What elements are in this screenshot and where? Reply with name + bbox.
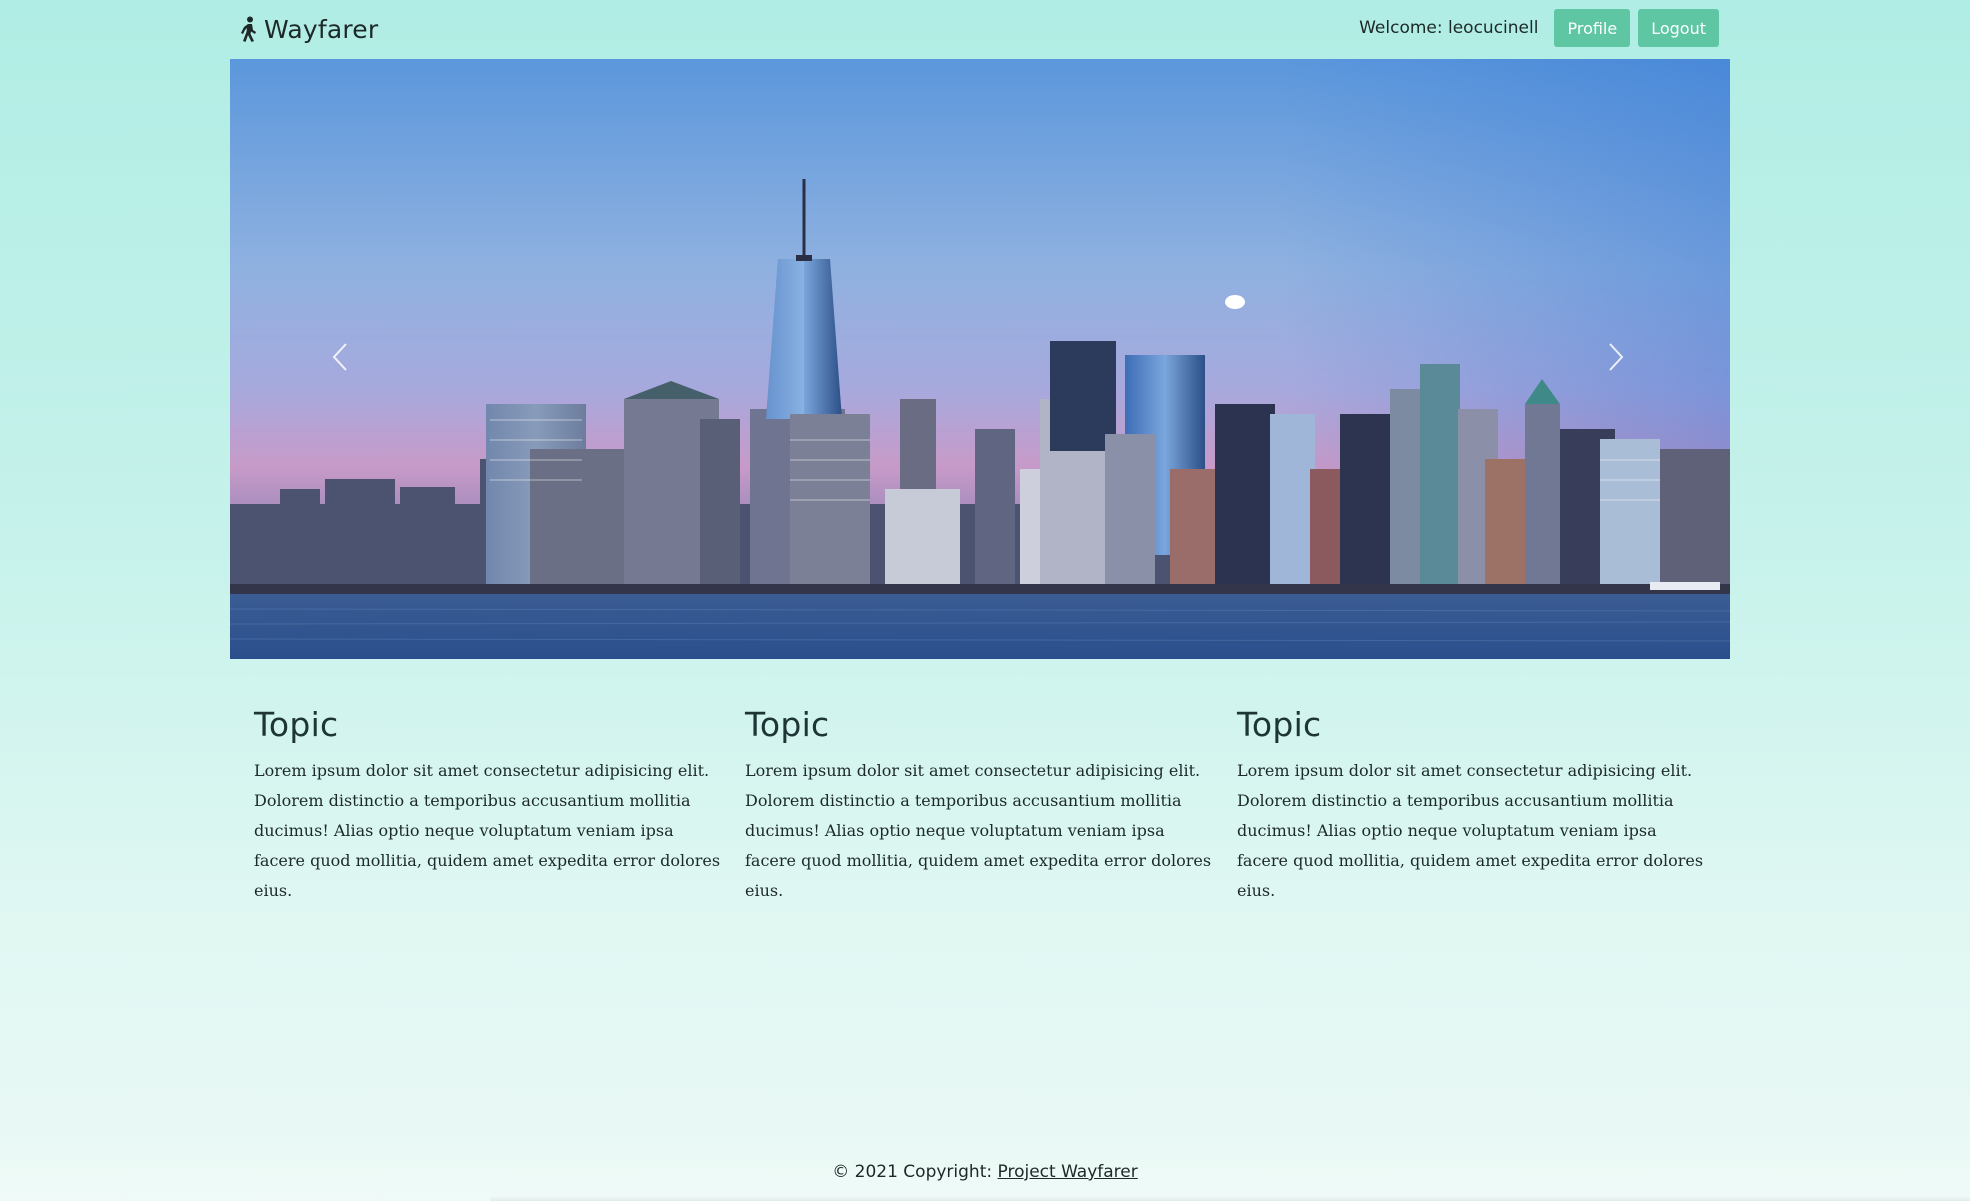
hero-carousel[interactable] xyxy=(230,59,1730,659)
city-skyline-image xyxy=(230,59,1730,659)
person-walking-icon xyxy=(240,16,258,42)
topic-card: Topic Lorem ipsum dolor sit amet consect… xyxy=(745,705,1215,906)
chevron-right-icon xyxy=(1606,341,1626,377)
footer-divider xyxy=(490,1196,1970,1201)
project-link[interactable]: Project Wayfarer xyxy=(998,1162,1138,1182)
carousel-prev-button[interactable] xyxy=(310,329,370,389)
navbar: Wayfarer Welcome: leocucinell Profile Lo… xyxy=(0,0,1970,58)
topic-title: Topic xyxy=(745,705,830,744)
topic-body: Lorem ipsum dolor sit amet consectetur a… xyxy=(1237,761,1704,900)
chevron-left-icon xyxy=(330,341,350,377)
topic-card: Topic Lorem ipsum dolor sit amet consect… xyxy=(254,705,724,906)
footer: © 2021 Copyright: Project Wayfarer xyxy=(0,1140,1970,1201)
topic-title: Topic xyxy=(1237,705,1322,744)
brand-link[interactable]: Wayfarer xyxy=(240,12,378,46)
welcome-text: Welcome: leocucinell xyxy=(1359,18,1539,38)
topic-body: Lorem ipsum dolor sit amet consectetur a… xyxy=(254,761,721,900)
topic-title: Topic xyxy=(254,705,339,744)
nav-actions: Welcome: leocucinell Profile Logout xyxy=(1359,9,1719,47)
brand-name: Wayfarer xyxy=(264,14,379,44)
copyright-prefix: © 2021 Copyright: xyxy=(832,1162,998,1182)
carousel-next-button[interactable] xyxy=(1586,329,1646,389)
profile-button[interactable]: Profile xyxy=(1554,9,1631,47)
topic-body: Lorem ipsum dolor sit amet consectetur a… xyxy=(745,761,1212,900)
logout-button[interactable]: Logout xyxy=(1638,9,1719,47)
copyright-text: © 2021 Copyright: Project Wayfarer xyxy=(0,1162,1970,1182)
topic-card: Topic Lorem ipsum dolor sit amet consect… xyxy=(1237,705,1707,906)
